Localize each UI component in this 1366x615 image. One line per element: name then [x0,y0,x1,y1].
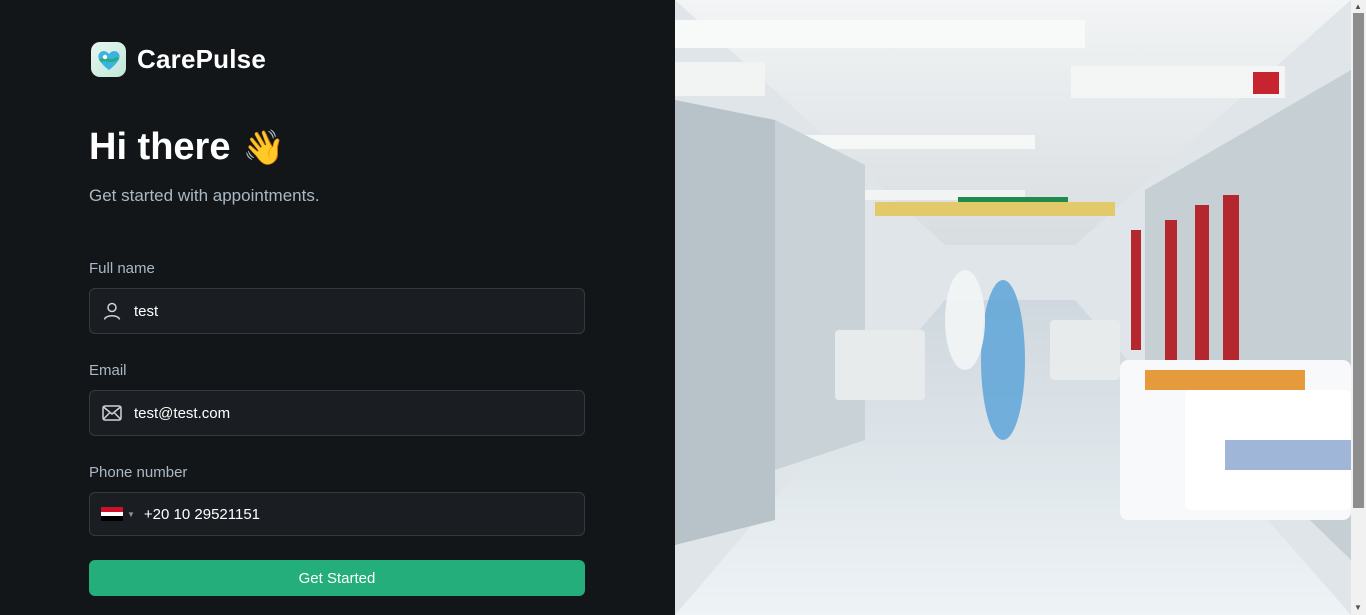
mail-icon [90,404,134,422]
email-input[interactable] [134,391,554,435]
brand-logo[interactable]: CarePulse [91,42,266,77]
chevron-down-icon: ▼ [127,509,135,519]
full-name-field[interactable] [89,288,585,334]
brand-name: CarePulse [137,44,266,74]
page-scrollbar[interactable]: ▲ ▼ [1351,0,1366,615]
country-select[interactable]: ▼ [101,507,135,522]
phone-field[interactable]: ▼ [89,492,585,536]
page-title: Hi there 👋 [89,126,285,169]
email-field[interactable] [89,390,585,436]
greeting-text: Hi there [89,126,231,168]
phone-label: Phone number [89,464,188,481]
scroll-thumb[interactable] [1353,13,1364,508]
full-name-input[interactable] [134,289,554,333]
hospital-corridor-image [675,0,1351,615]
email-label: Email [89,362,127,379]
scroll-up-icon[interactable]: ▲ [1354,2,1362,11]
scroll-down-icon[interactable]: ▼ [1354,603,1362,612]
get-started-button[interactable]: Get Started [89,560,585,596]
full-name-label: Full name [89,260,155,277]
egypt-flag-icon [101,507,123,522]
user-icon [90,301,134,321]
carepulse-logo-icon [91,42,126,77]
registration-panel: CarePulse Hi there 👋 Get started with ap… [0,0,675,615]
page-subtitle: Get started with appointments. [89,186,320,205]
wave-emoji: 👋 [242,128,285,167]
phone-input[interactable] [143,493,564,535]
